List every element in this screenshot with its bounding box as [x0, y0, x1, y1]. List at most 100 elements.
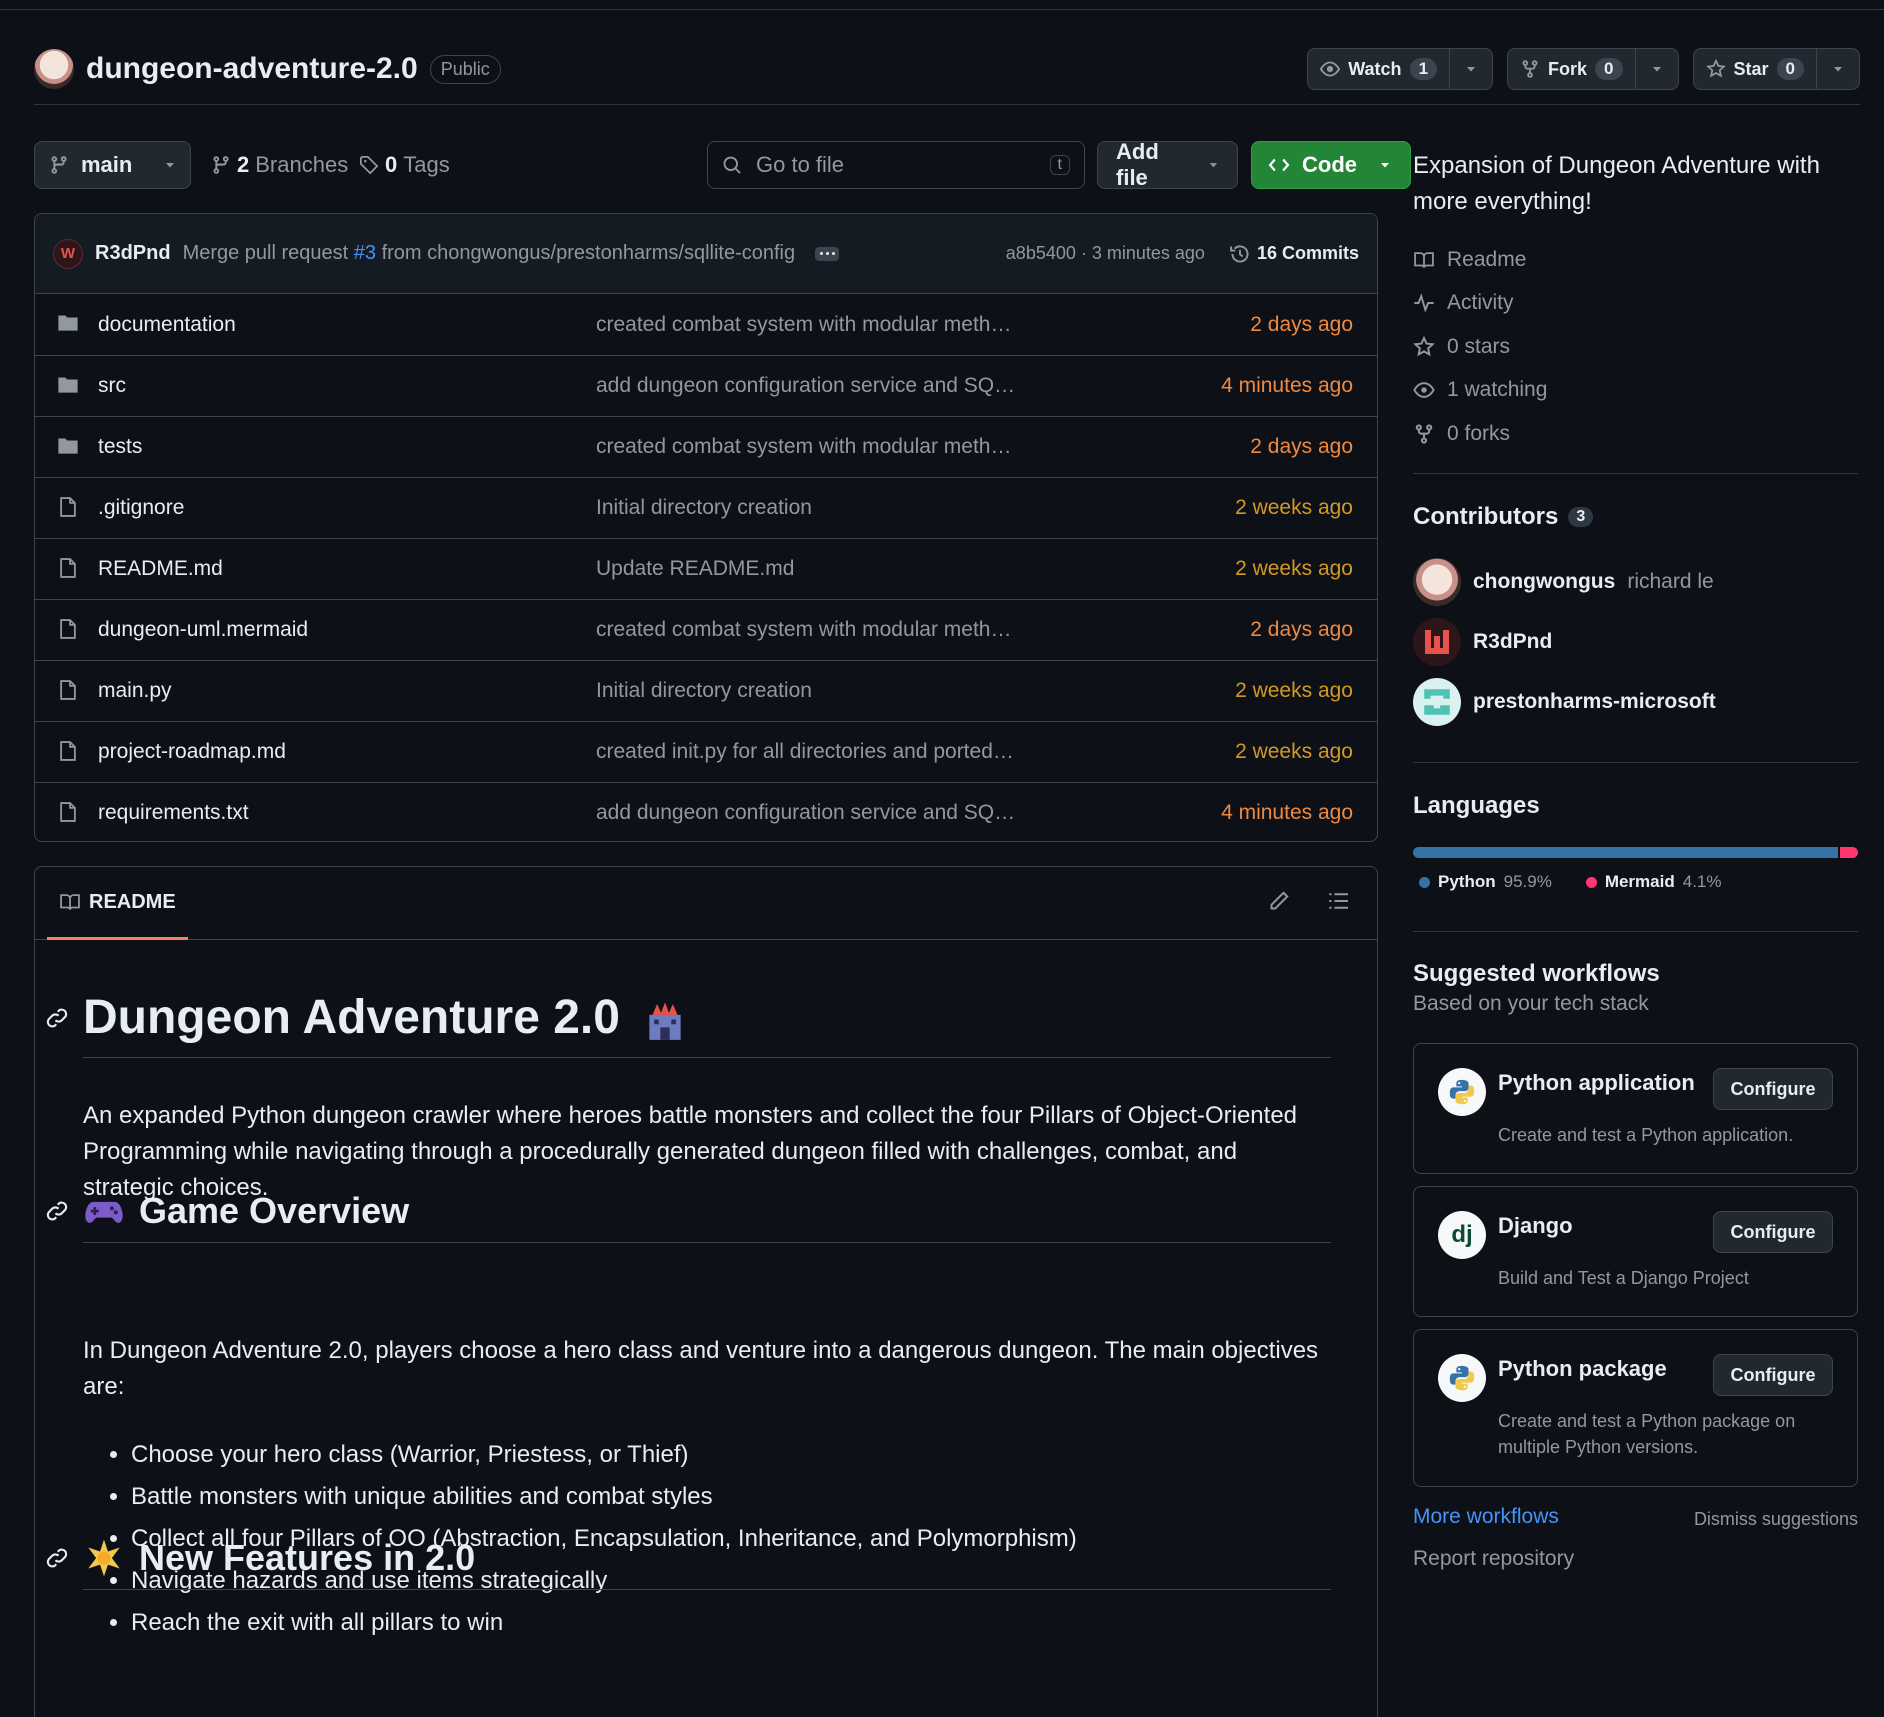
- more-workflows-link[interactable]: More workflows: [1413, 1505, 1559, 1529]
- contributors-heading[interactable]: Contributors 3: [1413, 503, 1594, 531]
- folder-icon: [57, 374, 79, 396]
- commit-author[interactable]: R3dPnd: [95, 242, 171, 265]
- contributor-chongwongus[interactable]: chongwongus richard le: [1413, 557, 1714, 607]
- file-commit-message[interactable]: created init.py for all directories and …: [596, 740, 1016, 764]
- sidebar-item-label: 1 watching: [1447, 378, 1548, 402]
- file-commit-message[interactable]: Initial directory creation: [596, 679, 1016, 703]
- configure-button[interactable]: Configure: [1713, 1068, 1833, 1110]
- sidebar-item-label: 0 stars: [1447, 334, 1511, 358]
- file-row[interactable]: README.md Update README.md 2 weeks ago: [35, 538, 1377, 599]
- file-name[interactable]: requirements.txt: [98, 801, 249, 825]
- language-dot: [1419, 876, 1430, 888]
- watch-dropdown[interactable]: [1450, 63, 1492, 75]
- file-row[interactable]: src add dungeon configuration service and…: [35, 355, 1377, 416]
- file-row[interactable]: tests created combat system with modular …: [35, 416, 1377, 477]
- language-item[interactable]: Python 95.9%: [1419, 872, 1552, 892]
- language-percent: 95.9%: [1503, 872, 1552, 891]
- sidebar-item-0-forks[interactable]: 0 forks: [1413, 412, 1547, 456]
- visibility-badge: Public: [429, 54, 501, 84]
- languages-title: Languages: [1413, 792, 1540, 819]
- file-commit-message[interactable]: Update README.md: [596, 557, 1016, 581]
- file-name[interactable]: dungeon-uml.mermaid: [98, 618, 308, 642]
- link-icon[interactable]: [45, 1546, 69, 1570]
- fork-dropdown[interactable]: [1636, 63, 1678, 75]
- code-button[interactable]: Code: [1251, 141, 1411, 189]
- file-name[interactable]: .gitignore: [98, 496, 184, 520]
- branch-icon: [51, 156, 67, 174]
- fork-icon: [1522, 60, 1538, 78]
- pencil-icon[interactable]: [1267, 889, 1291, 913]
- branch-selector[interactable]: main: [34, 141, 191, 189]
- configure-button[interactable]: Configure: [1713, 1354, 1833, 1396]
- configure-button[interactable]: Configure: [1713, 1211, 1833, 1253]
- repo-description: Expansion of Dungeon Adventure with more…: [1413, 152, 1820, 215]
- sidebar-item-1-watching[interactable]: 1 watching: [1413, 369, 1547, 413]
- file-row[interactable]: main.py Initial directory creation 2 weeks…: [35, 660, 1377, 721]
- readme-tab-label: README: [89, 890, 176, 913]
- folder-icon: [57, 435, 79, 457]
- new-features-title: New Features in 2.0: [139, 1537, 476, 1578]
- contributors-count: 3: [1568, 507, 1594, 527]
- tags-link[interactable]: 0 Tags: [359, 141, 450, 189]
- file-row[interactable]: dungeon-uml.mermaid created combat system…: [35, 599, 1377, 660]
- link-icon[interactable]: [45, 1006, 69, 1030]
- file-row[interactable]: requirements.txt add dungeon configuratio…: [35, 782, 1377, 841]
- commit-author-avatar[interactable]: W: [53, 238, 83, 269]
- commits-link[interactable]: 16 Commits: [1229, 243, 1359, 265]
- file-commit-message[interactable]: created combat system with modular metho…: [596, 435, 1016, 459]
- list-item: Battle monsters with unique abilities an…: [131, 1476, 1077, 1518]
- sidebar-item-readme[interactable]: Readme: [1413, 238, 1547, 282]
- commit-pr-link[interactable]: #3: [354, 242, 376, 264]
- file-commit-time: 2 days ago: [1250, 312, 1353, 336]
- file-name[interactable]: documentation: [98, 313, 236, 337]
- language-item[interactable]: Mermaid 4.1%: [1585, 872, 1721, 892]
- watch-button[interactable]: Watch 1: [1307, 48, 1494, 90]
- expand-commit-button[interactable]: [815, 246, 840, 261]
- caret-down-icon: [1209, 163, 1218, 168]
- sidebar-item-0-stars[interactable]: 0 stars: [1413, 325, 1547, 369]
- add-file-button[interactable]: Add file: [1097, 139, 1238, 190]
- report-repository-link[interactable]: Report repository: [1413, 1547, 1574, 1571]
- sidebar-item-label: Activity: [1447, 291, 1514, 315]
- fork-button[interactable]: Fork 0: [1507, 48, 1679, 90]
- file-commit-message[interactable]: add dungeon configuration service and SQ…: [596, 801, 1016, 825]
- outline-list-icon[interactable]: [1327, 889, 1351, 913]
- sidebar-item-activity[interactable]: Activity: [1413, 282, 1547, 326]
- languages-bar: [1413, 847, 1858, 858]
- owner-avatar[interactable]: [34, 49, 74, 89]
- file-commit-message[interactable]: add dungeon configuration service and SQ…: [596, 374, 1016, 398]
- file-row[interactable]: documentation created combat system with …: [35, 294, 1377, 355]
- branches-link[interactable]: 2 Branches: [211, 141, 348, 189]
- workflow-card: Python application Create and test a Pyth…: [1413, 1043, 1858, 1174]
- repo-name[interactable]: dungeon-adventure-2.0: [86, 52, 418, 86]
- star-button[interactable]: Star 0: [1692, 48, 1860, 90]
- file-row[interactable]: .gitignore Initial directory creation 2 we…: [35, 477, 1377, 538]
- caret-down-icon: [166, 163, 174, 168]
- star-label: Star: [1733, 58, 1769, 79]
- commit-meta[interactable]: a8b5400 · 3 minutes ago: [1006, 243, 1205, 264]
- language-dot: [1585, 876, 1597, 888]
- file-rows: documentation created combat system with …: [35, 294, 1377, 841]
- link-icon[interactable]: [45, 1199, 69, 1223]
- commit-message[interactable]: Merge pull request #3 from chongwongus/p…: [183, 242, 796, 265]
- file-name[interactable]: project-roadmap.md: [98, 740, 286, 764]
- file-row[interactable]: project-roadmap.md created init.py for al…: [35, 721, 1377, 782]
- contributor-r3dpnd[interactable]: R3dPnd: [1413, 617, 1552, 667]
- tab-readme[interactable]: README: [47, 867, 188, 940]
- file-commit-time: 2 days ago: [1250, 618, 1353, 641]
- contributors-title: Contributors: [1413, 503, 1559, 530]
- star-dropdown[interactable]: [1817, 63, 1859, 75]
- file-commit-message[interactable]: created combat system with modular metho…: [596, 618, 1016, 642]
- go-to-file-input[interactable]: Go to file t: [707, 141, 1085, 189]
- file-commit-message[interactable]: Initial directory creation: [596, 496, 1016, 520]
- contributor-prestonharms-microsoft[interactable]: prestonharms-microsoft: [1413, 677, 1716, 727]
- dismiss-suggestions-link[interactable]: Dismiss suggestions: [1694, 1509, 1858, 1530]
- file-commit-message[interactable]: created combat system with modular metho…: [596, 313, 1016, 337]
- file-commit-time: 4 minutes ago: [1221, 374, 1353, 397]
- repo-actions: Watch 1 Fork 0 Star 0: [1307, 48, 1860, 90]
- file-name[interactable]: README.md: [98, 557, 223, 581]
- file-name[interactable]: main.py: [98, 679, 172, 703]
- star-icon: [1413, 335, 1435, 358]
- file-name[interactable]: tests: [98, 435, 142, 459]
- file-name[interactable]: src: [98, 374, 126, 398]
